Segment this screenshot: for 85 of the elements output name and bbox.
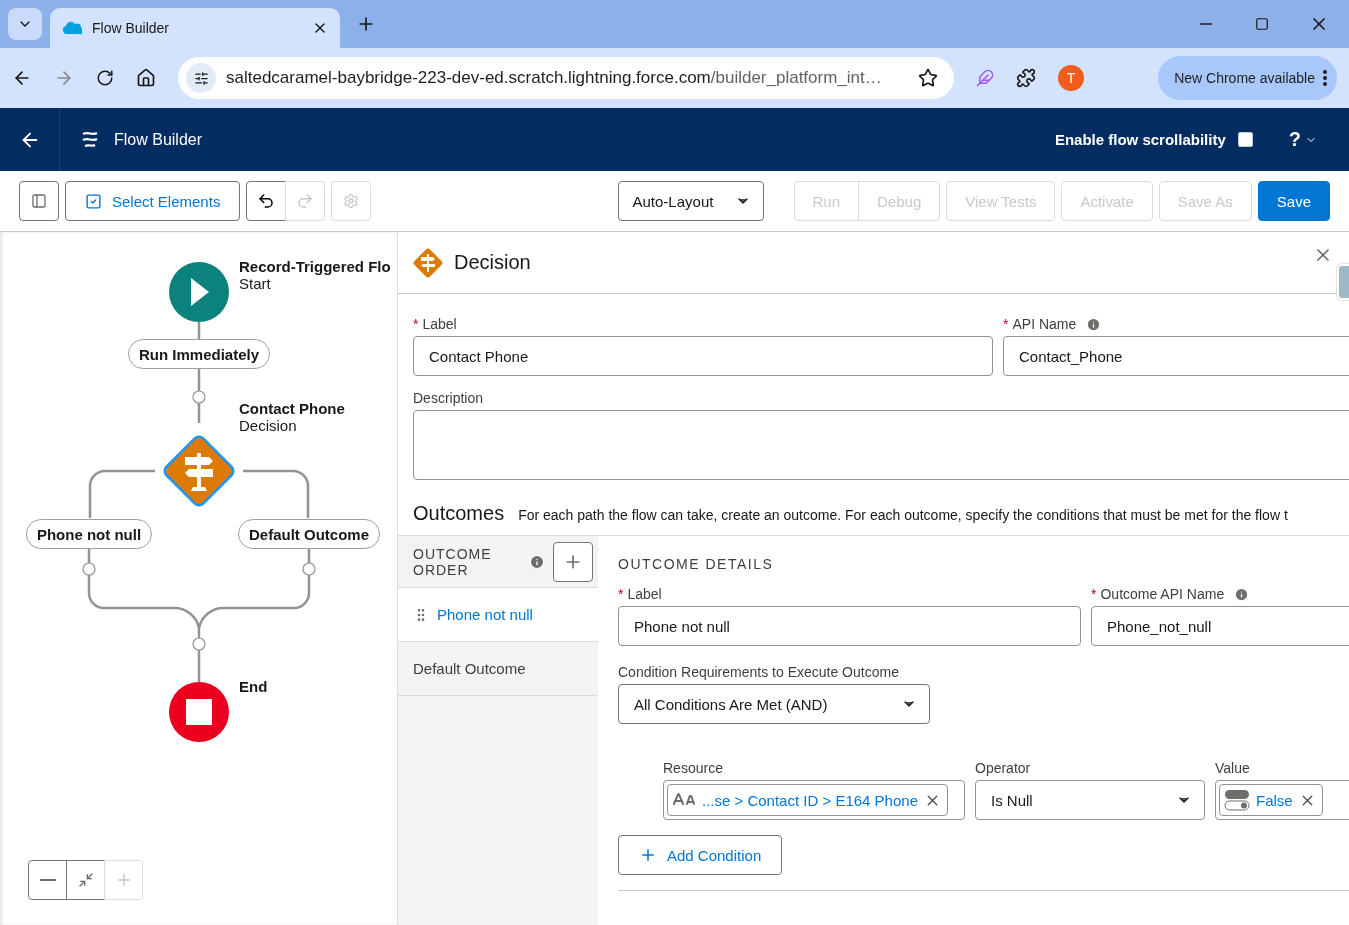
node-title: Contact Phone [239, 400, 345, 417]
address-bar[interactable]: saltedcaramel-baybridge-223-dev-ed.scratch.lightning.force.com/builder_platform_int… [178, 57, 954, 99]
zoom-out-button[interactable] [28, 860, 67, 900]
path-label[interactable]: Run Immediately [128, 339, 270, 369]
minus-icon [39, 879, 56, 881]
details-heading: OUTCOME DETAILS [618, 556, 775, 572]
connector-node[interactable] [192, 390, 206, 404]
column-header: Operator [975, 760, 1032, 776]
redo-icon [296, 192, 315, 210]
settings-icon [343, 193, 360, 209]
field-label: Outcome API Name [1100, 586, 1225, 602]
maximize-icon[interactable] [1255, 17, 1269, 31]
section-help-text: For each path the flow can take, create an outcome. For each outcome, specify the conditions that must be met for the flow t [518, 507, 1288, 523]
required-mark: * [618, 586, 624, 602]
fit-view-button[interactable] [66, 860, 105, 900]
input-field[interactable]: Phone_not_null [1091, 606, 1349, 646]
stop-icon [186, 699, 212, 725]
field-label: Condition Requirements to Execute Outcome [618, 664, 900, 680]
undo-button[interactable] [246, 181, 287, 221]
connector-node[interactable] [82, 562, 96, 576]
select-elements-button[interactable]: Select Elements [65, 181, 241, 221]
outcome-item[interactable]: Default Outcome [398, 642, 598, 696]
text-area[interactable] [413, 410, 1349, 480]
column-header: Value [1215, 760, 1251, 776]
layout-dropdown[interactable]: Auto-Layout [617, 181, 764, 221]
info-icon[interactable] [529, 553, 545, 570]
column-header: Resource [663, 760, 724, 776]
input-field[interactable]: Phone not null [618, 606, 1081, 646]
extensions-icon[interactable] [1016, 68, 1036, 88]
required-mark: * [1003, 316, 1009, 332]
node-title: End [239, 678, 268, 695]
play-icon [191, 278, 209, 306]
site-settings-icon[interactable] [186, 63, 216, 93]
toolbar-button[interactable]: Save [1257, 181, 1330, 221]
node-title: Record-Triggered Flo [239, 258, 391, 275]
feather-icon[interactable] [976, 69, 994, 87]
add-condition-button[interactable]: Add Condition [618, 835, 783, 875]
more-icon [1323, 70, 1327, 86]
field-label: API Name [1012, 316, 1077, 332]
cloud-icon [62, 21, 82, 35]
scrollability-checkbox[interactable] [1237, 132, 1253, 147]
checkbox-icon [85, 192, 102, 210]
section-title: Outcomes [413, 502, 505, 525]
star-icon[interactable] [918, 68, 938, 88]
resource-pill[interactable]: ...se > Contact ID > E164 Phone [667, 784, 948, 816]
flow-logo-icon [80, 129, 100, 150]
update-button[interactable]: New Chrome available [1158, 56, 1337, 100]
panel-title: Decision [454, 251, 531, 274]
required-mark: * [1091, 586, 1097, 602]
requirement-dropdown[interactable]: All Conditions Are Met (AND) [618, 684, 930, 724]
home-icon[interactable] [136, 68, 156, 88]
outcome-item[interactable]: Phone not null [398, 588, 598, 642]
scrollability-label: Enable flow scrollability [1054, 131, 1226, 148]
input-field[interactable]: Contact_Phone [1003, 336, 1349, 376]
outcome-order-heading: OUTCOME ORDER [413, 545, 493, 578]
input-field[interactable]: Contact Phone [413, 336, 993, 376]
value-pill[interactable]: False [1219, 784, 1323, 816]
field-label: Description [413, 390, 485, 406]
app-title: Flow Builder [114, 130, 203, 149]
node-subtitle: Start [239, 275, 272, 292]
shrink-icon [77, 872, 94, 888]
info-icon[interactable] [1234, 586, 1250, 602]
plus-icon [639, 846, 657, 864]
outcome-label[interactable]: Phone not null [25, 519, 153, 549]
field-label: Label [422, 316, 457, 332]
add-outcome-button[interactable] [553, 541, 593, 582]
connector-node[interactable] [192, 637, 206, 651]
required-mark: * [413, 316, 419, 332]
toggle-icon [1224, 789, 1250, 811]
operator-dropdown[interactable]: Is Null [975, 780, 1205, 820]
help-button[interactable]: ? [1282, 127, 1323, 152]
undo-icon [257, 192, 276, 210]
value-field[interactable]: False [1215, 780, 1349, 820]
reload-icon[interactable] [96, 69, 114, 87]
info-icon[interactable] [1086, 316, 1102, 332]
outcome-label[interactable]: Default Outcome [238, 519, 380, 549]
field-label: Label [627, 586, 662, 602]
connector-node[interactable] [302, 562, 316, 576]
panel-toggle-button[interactable] [19, 181, 59, 221]
browser-tab[interactable]: Flow Builder [50, 8, 340, 48]
sidebar-icon [31, 193, 47, 209]
node-subtitle: Decision [239, 417, 298, 434]
tab-search-button[interactable] [8, 8, 42, 40]
resource-field[interactable]: ...se > Contact ID > E164 Phone [663, 780, 965, 820]
start-node[interactable] [169, 262, 229, 322]
